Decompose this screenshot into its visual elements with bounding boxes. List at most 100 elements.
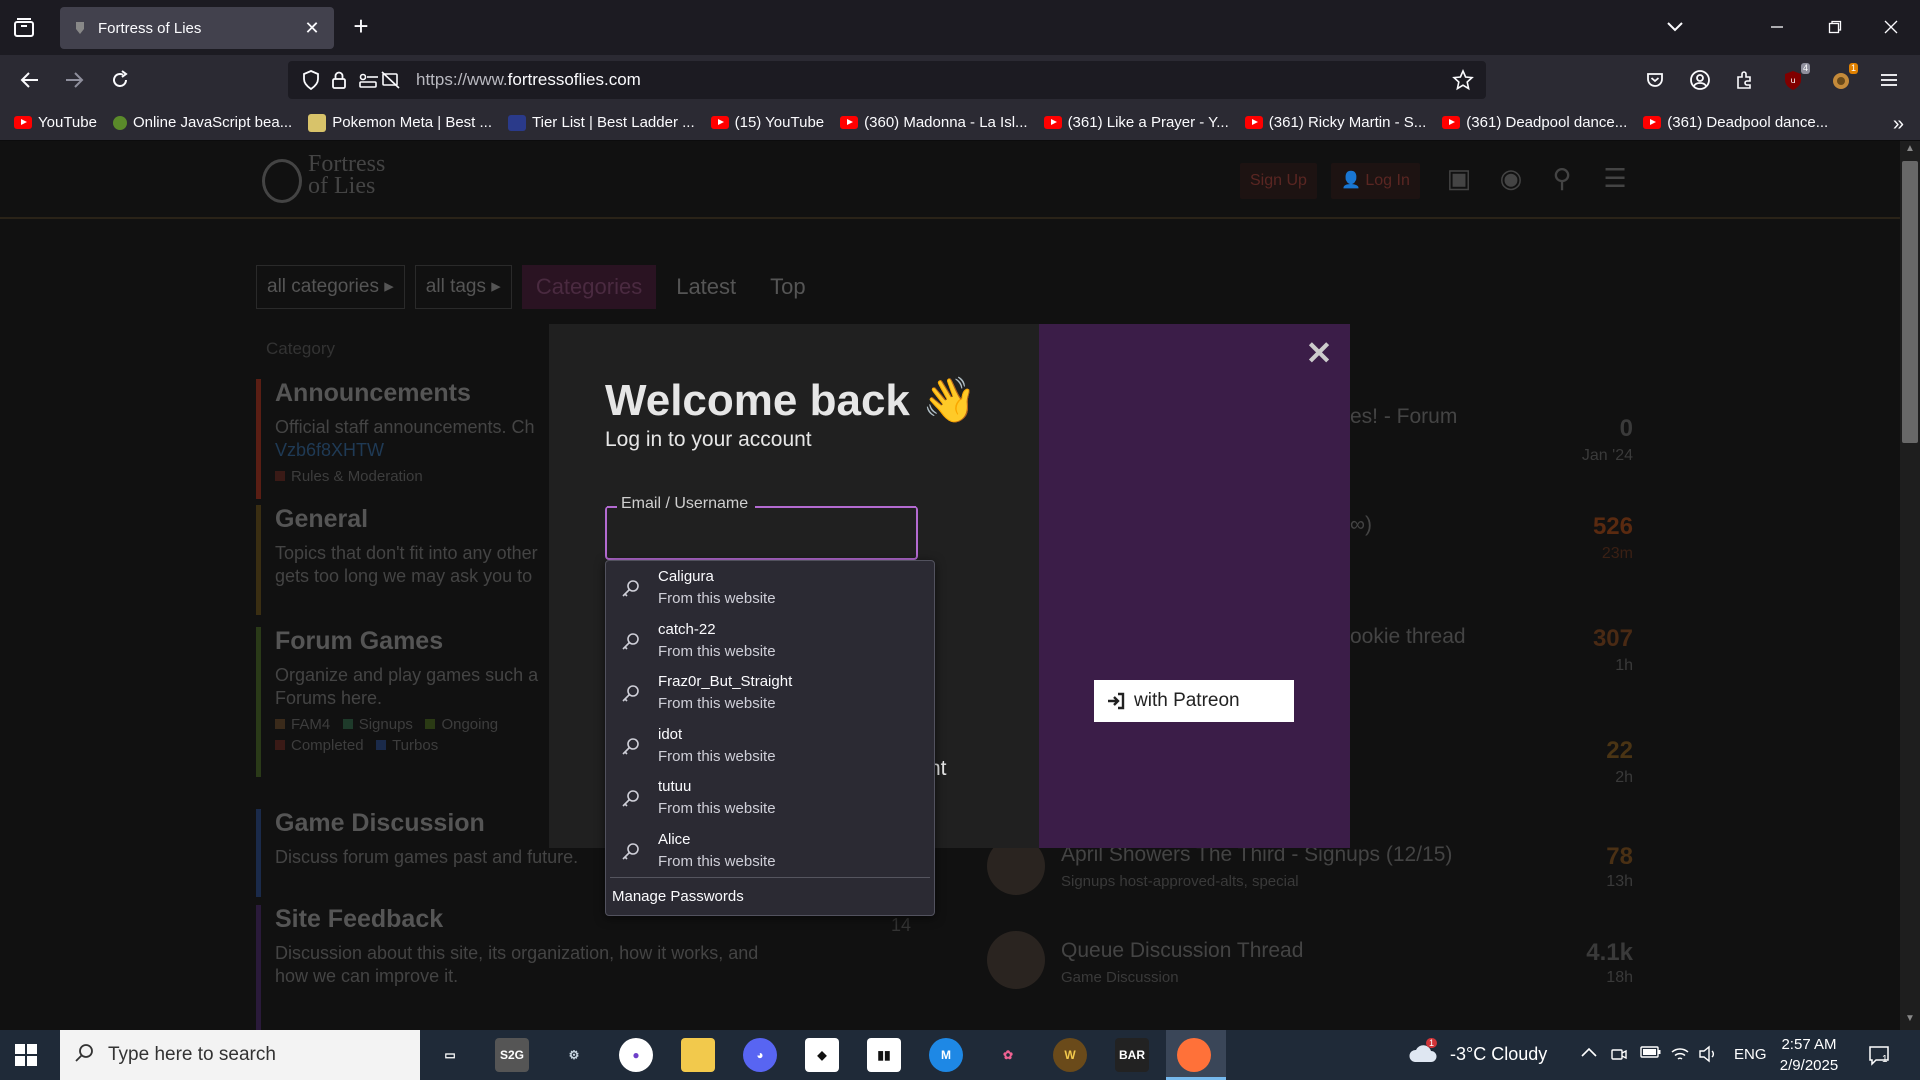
tab-close-icon[interactable]: ✕ <box>302 18 322 38</box>
scroll-down-icon[interactable]: ▼ <box>1905 1013 1915 1024</box>
topic-title[interactable]: ∞) <box>1350 513 1372 537</box>
notifications-icon[interactable]: 1 <box>1868 1045 1894 1066</box>
volume-icon[interactable] <box>1698 1045 1718 1065</box>
forward-icon[interactable] <box>60 66 88 94</box>
autoplay-blocked-icon[interactable] <box>380 69 402 91</box>
bookmark-star-icon[interactable] <box>1452 69 1474 91</box>
back-icon[interactable] <box>16 66 44 94</box>
bookmark-item[interactable]: (361) Deadpool dance... <box>1442 114 1627 131</box>
tab-list-icon[interactable] <box>12 16 36 40</box>
github-icon[interactable]: ● <box>619 1038 653 1072</box>
battery-icon[interactable] <box>1640 1045 1661 1065</box>
account-icon[interactable] <box>1687 67 1713 93</box>
bookmark-item[interactable]: (360) Madonna - La Isl... <box>840 114 1028 131</box>
subcategory-label[interactable]: Ongoing <box>441 716 498 733</box>
login-with-patreon-button[interactable]: with Patreon <box>1094 680 1294 722</box>
close-icon[interactable]: ✕ <box>1304 337 1334 369</box>
autocomplete-item[interactable]: idot From this website <box>606 721 934 774</box>
subcategory-label[interactable]: Completed <box>291 737 364 754</box>
bookmark-item[interactable]: (15) YouTube <box>710 114 824 131</box>
patreon-header-icon[interactable]: ◉ <box>1494 163 1528 197</box>
avatar[interactable] <box>987 931 1045 989</box>
scroll-up-icon[interactable]: ▲ <box>1905 143 1915 154</box>
subcategory-label[interactable]: Turbos <box>392 737 438 754</box>
more-bookmarks-icon[interactable]: » <box>1893 113 1904 136</box>
weather-cloud-icon[interactable]: 1 <box>1408 1038 1438 1068</box>
osu-icon[interactable]: ✿ <box>991 1038 1025 1072</box>
bookmark-item[interactable]: YouTube <box>14 114 97 131</box>
file-explorer-icon[interactable] <box>681 1038 715 1072</box>
bookmark-item[interactable]: Online JavaScript bea... <box>112 114 292 131</box>
category-site-feedback[interactable]: Site Feedback Discussion about this site… <box>256 905 966 1030</box>
permissions-icon[interactable] <box>358 69 380 91</box>
bookmark-item[interactable]: Tier List | Best Ladder ... <box>508 114 695 131</box>
active-tab[interactable]: Fortress of Lies ✕ <box>60 7 334 49</box>
mega-icon[interactable]: M <box>929 1038 963 1072</box>
show-hidden-icons-icon[interactable] <box>1580 1045 1600 1065</box>
taskbar-clock[interactable]: 2:57 AM 2/9/2025 <box>1772 1034 1846 1076</box>
all-tags-dropdown[interactable]: all tags ▸ <box>414 265 512 309</box>
windows-start-icon[interactable] <box>14 1043 38 1067</box>
manage-passwords-button[interactable]: Manage Passwords <box>612 888 744 905</box>
wifi-icon[interactable] <box>1670 1045 1690 1065</box>
twitch-icon[interactable]: ▮▮ <box>867 1038 901 1072</box>
autocomplete-item[interactable]: Fraz0r_But_Straight From this website <box>606 668 934 721</box>
bookmark-item[interactable]: Pokemon Meta | Best ... <box>308 113 492 132</box>
extension-2-icon[interactable]: 1 <box>1828 63 1858 93</box>
signup-button[interactable]: Sign Up <box>1240 163 1317 199</box>
list-all-tabs-icon[interactable] <box>1660 12 1690 42</box>
extensions-icon[interactable] <box>1732 67 1758 93</box>
app-menu-icon[interactable] <box>1876 67 1902 93</box>
restore-icon[interactable] <box>1820 12 1850 42</box>
lock-icon[interactable] <box>328 69 350 91</box>
bookmark-item[interactable]: (361) Deadpool dance... <box>1643 114 1828 131</box>
autocomplete-item[interactable]: catch-22 From this website <box>606 616 934 669</box>
wow-icon[interactable]: W <box>1053 1038 1087 1072</box>
scrollbar-thumb[interactable] <box>1902 161 1918 443</box>
site-logo[interactable]: Fortress of Lies <box>258 152 398 209</box>
taskbar-search-box[interactable]: Type here to search <box>60 1030 420 1080</box>
task-view-icon[interactable]: ▭ <box>433 1038 467 1072</box>
autocomplete-item[interactable]: Alice From this website <box>606 826 934 879</box>
patreon-button-label: with Patreon <box>1134 690 1240 711</box>
topic-title[interactable]: ookie thread <box>1350 625 1466 649</box>
subcategory-label[interactable]: Signups <box>359 716 413 733</box>
minimize-icon[interactable] <box>1762 12 1792 42</box>
meet-now-icon[interactable] <box>1610 1045 1630 1065</box>
email-username-field[interactable]: Email / Username <box>605 495 918 560</box>
new-tab-button[interactable]: + <box>348 13 374 40</box>
url-bar[interactable]: https://www.fortressoflies.com <box>288 61 1486 99</box>
nav-latest[interactable]: Latest <box>662 265 750 309</box>
weather-text[interactable]: -3°C Cloudy <box>1450 1044 1547 1065</box>
topic-row[interactable]: Queue Discussion Thread Game Discussion … <box>975 925 1643 1025</box>
login-button[interactable]: 👤 Log In <box>1331 163 1420 199</box>
ublock-extension-icon[interactable]: u 4 <box>1780 63 1810 93</box>
close-window-icon[interactable] <box>1876 12 1906 42</box>
s2g-icon[interactable]: S2G <box>495 1038 529 1072</box>
autocomplete-item[interactable]: tutuu From this website <box>606 773 934 826</box>
firefox-icon[interactable] <box>1177 1038 1211 1072</box>
url-text[interactable]: https://www.fortressoflies.com <box>416 70 1440 90</box>
steam-icon[interactable]: ⚙ <box>557 1038 591 1072</box>
page-scrollbar[interactable]: ▲ ▼ <box>1900 141 1920 1030</box>
discord-icon[interactable]: ◕ <box>743 1038 777 1072</box>
all-categories-dropdown[interactable]: all categories ▸ <box>256 265 405 309</box>
discord-header-icon[interactable]: ▣ <box>1442 163 1476 197</box>
nav-top[interactable]: Top <box>756 265 819 309</box>
bookmark-item[interactable]: (361) Like a Prayer - Y... <box>1043 114 1229 131</box>
weather-badge: 1 <box>1426 1038 1438 1048</box>
autocomplete-item[interactable]: Caligura From this website <box>606 563 934 616</box>
nav-categories[interactable]: Categories <box>521 265 657 309</box>
app-diamond-icon[interactable]: ◆ <box>805 1038 839 1072</box>
subcategory-label[interactable]: FAM4 <box>291 716 330 733</box>
topic-title[interactable]: es! - Forum <box>1350 405 1457 429</box>
bar-icon[interactable]: BAR <box>1115 1038 1149 1072</box>
hamburger-menu-icon[interactable]: ☰ <box>1598 163 1632 197</box>
reload-icon[interactable] <box>106 66 134 94</box>
topic-title[interactable]: Queue Discussion Thread <box>1061 939 1303 963</box>
input-language[interactable]: ENG <box>1734 1046 1767 1063</box>
pocket-icon[interactable] <box>1642 67 1668 93</box>
bookmark-item[interactable]: (361) Ricky Martin - S... <box>1244 114 1426 131</box>
search-header-icon[interactable]: ⚲ <box>1545 163 1579 197</box>
tracking-protection-icon[interactable] <box>300 69 322 91</box>
